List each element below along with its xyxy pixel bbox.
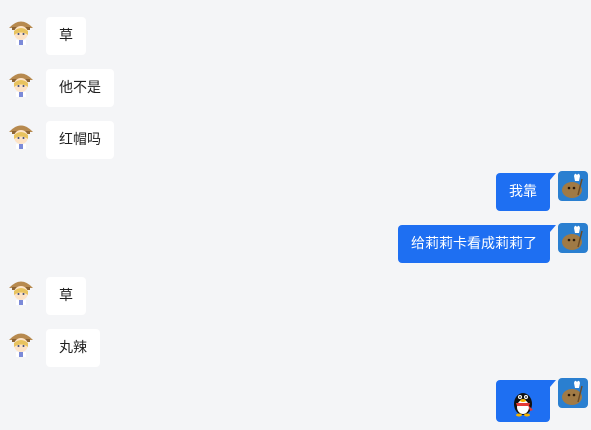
message-bubble[interactable]: 给莉莉卡看成莉莉了 bbox=[398, 225, 556, 263]
message-bubble[interactable]: 草 bbox=[46, 277, 86, 315]
girl-avatar-icon[interactable] bbox=[6, 119, 36, 149]
potato-avatar-icon[interactable] bbox=[558, 171, 588, 201]
chat-message-list: 草 他不是 红帽吗 我靠 给莉莉卡看成莉莉了 草 丸辣 bbox=[0, 0, 591, 430]
girl-avatar-icon[interactable] bbox=[6, 15, 36, 45]
girl-avatar-icon[interactable] bbox=[6, 327, 36, 357]
message-bubble[interactable]: 我靠 bbox=[496, 173, 556, 211]
potato-avatar-icon[interactable] bbox=[558, 378, 588, 408]
message-bubble[interactable]: 丸辣 bbox=[46, 329, 100, 367]
message-bubble[interactable]: 草 bbox=[46, 17, 86, 55]
potato-avatar-icon[interactable] bbox=[558, 223, 588, 253]
message-bubble[interactable] bbox=[496, 380, 556, 422]
girl-avatar-icon[interactable] bbox=[6, 67, 36, 97]
message-bubble[interactable]: 他不是 bbox=[46, 69, 114, 107]
girl-avatar-icon[interactable] bbox=[6, 275, 36, 305]
qq-penguin-emoji-icon bbox=[514, 393, 533, 417]
message-bubble[interactable]: 红帽吗 bbox=[46, 121, 114, 159]
